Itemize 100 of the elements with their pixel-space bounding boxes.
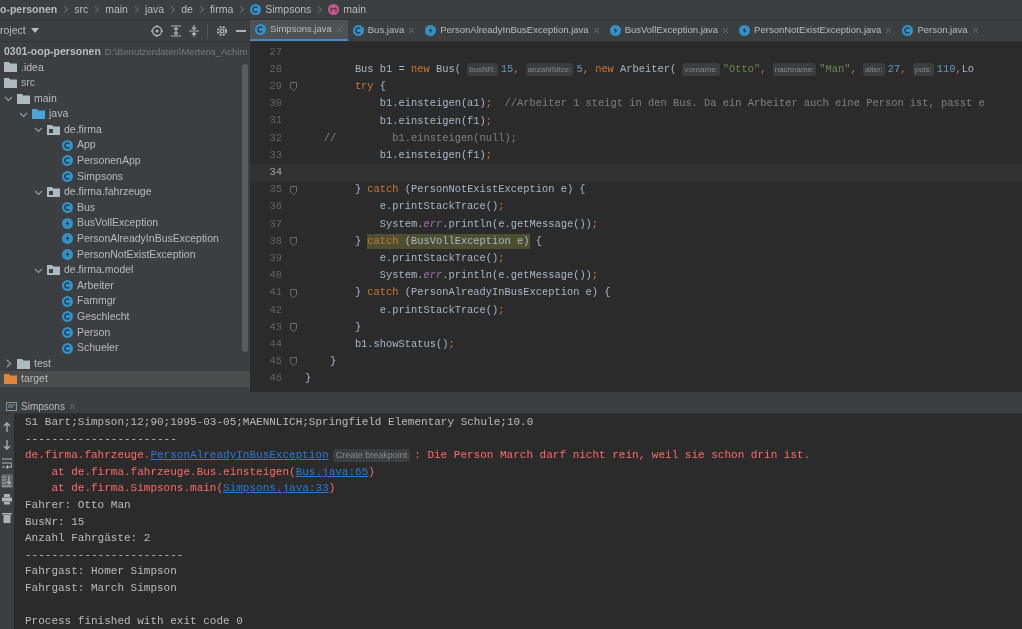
folder-icon <box>32 109 45 120</box>
folder-icon <box>17 93 30 104</box>
minimize-icon[interactable] <box>236 29 246 32</box>
tree-item[interactable]: App <box>77 137 96 154</box>
breadcrumb-item[interactable]: src <box>74 1 89 18</box>
code-line: try { <box>353 79 387 95</box>
tree-item[interactable]: Geschlecht <box>77 309 130 325</box>
code-line: } <box>305 371 312 387</box>
code-line: System.err.println(e.getMessage()); <box>378 216 599 232</box>
editor-tab[interactable]: Simpsons.java <box>250 20 348 41</box>
code-text: , <box>900 61 908 77</box>
scrollbar[interactable] <box>242 64 248 352</box>
console-text: de.firma.fahrzeuge. <box>25 448 151 464</box>
parameter-hint: alter: <box>863 63 885 77</box>
exception-class-icon <box>62 249 73 260</box>
close-icon[interactable] <box>722 27 730 34</box>
exception-class-icon <box>739 25 751 36</box>
close-icon[interactable] <box>971 27 979 34</box>
close-icon[interactable] <box>592 27 600 34</box>
line-number: 37 <box>268 216 282 232</box>
tree-item[interactable]: de.firma.model <box>64 262 134 278</box>
link[interactable]: PersonAlreadyInBusException <box>150 447 329 464</box>
tree-item[interactable]: Arbeiter <box>77 277 114 294</box>
tree-item[interactable]: de.firma <box>64 121 102 138</box>
line-number: 30 <box>268 96 282 112</box>
breakpoint-hint[interactable]: Create breakpoint <box>332 449 411 462</box>
close-icon[interactable] <box>408 27 416 34</box>
code-line: } <box>328 354 337 370</box>
tree-item[interactable]: test <box>34 355 51 372</box>
class-icon <box>902 25 914 36</box>
code-text: 27 <box>887 61 901 77</box>
locate-icon[interactable] <box>151 24 163 37</box>
tree-item[interactable]: java <box>49 106 69 123</box>
editor-tab[interactable]: PersonAlreadyInBusException.java <box>420 20 605 41</box>
line-number: 31 <box>268 113 282 129</box>
editor-tab[interactable]: Person.java <box>897 20 984 41</box>
folder-icon <box>4 374 17 385</box>
breadcrumb-item[interactable]: firma <box>209 1 234 18</box>
tree-item-highlight[interactable]: target <box>0 371 250 388</box>
line-number: 27 <box>268 44 282 60</box>
tree-item[interactable]: Bus <box>77 199 96 216</box>
tree-item[interactable]: Simpsons <box>77 168 124 185</box>
caret-icon[interactable] <box>30 28 39 33</box>
breadcrumb-item[interactable]: Simpsons <box>265 1 312 18</box>
console-line: Process finished with exit code 0 <box>25 614 244 629</box>
tree-item[interactable]: Schueler <box>77 340 119 356</box>
code-text: , <box>760 61 768 77</box>
breadcrumb-item[interactable]: main <box>105 1 128 18</box>
tree-item[interactable]: PersonAlreadyInBusException <box>77 231 219 247</box>
tree-item[interactable]: Person <box>77 324 111 341</box>
code-line: } catch (PersonAlreadyInBusException e) { <box>353 285 611 301</box>
fold-marker-icon[interactable] <box>290 323 297 333</box>
print-icon[interactable] <box>1 492 13 506</box>
tree-item[interactable]: Fammgr <box>77 293 117 310</box>
fold-marker-icon[interactable] <box>290 288 297 298</box>
code-line: e.printStackTrace(); <box>378 302 505 318</box>
panel-title[interactable]: roject <box>0 22 26 39</box>
scroll-to-end-icon[interactable] <box>1 474 13 488</box>
class-icon <box>62 155 73 167</box>
tree-item[interactable]: target <box>21 371 48 388</box>
tree-item[interactable]: .idea <box>21 59 44 76</box>
settings-icon[interactable] <box>216 24 228 37</box>
fold-marker-icon[interactable] <box>290 237 297 247</box>
code-line: e.printStackTrace(); <box>378 251 505 267</box>
method-icon <box>328 4 340 15</box>
class-icon <box>62 311 73 323</box>
tree-item[interactable]: PersonenApp <box>77 153 141 169</box>
tree-item[interactable]: src <box>21 75 35 91</box>
expand-all-icon[interactable] <box>171 24 181 37</box>
link[interactable]: Simpsons.java:33 <box>223 480 329 497</box>
parameter-hint: vorname: <box>682 63 720 77</box>
breadcrumb-item[interactable]: o-personen <box>0 1 58 18</box>
tree-item[interactable]: 0301-oop-personen <box>4 43 101 60</box>
console-line: Anzahl Fahrgäste: 2 <box>25 531 152 547</box>
fold-marker-icon[interactable] <box>290 82 297 92</box>
collapse-all-icon[interactable] <box>189 24 199 37</box>
fold-marker-icon[interactable] <box>290 357 297 367</box>
tree-item[interactable]: de.firma.fahrzeuge <box>64 184 152 200</box>
tree-item[interactable]: BusVollException <box>77 215 159 232</box>
breadcrumb-item[interactable]: java <box>144 1 165 18</box>
breadcrumb-item[interactable]: main <box>343 1 367 18</box>
arrow-down-icon[interactable] <box>1 438 13 452</box>
close-icon[interactable] <box>68 403 76 410</box>
breadcrumb-item[interactable]: de <box>181 1 193 18</box>
close-icon[interactable] <box>885 27 893 34</box>
fold-marker-icon[interactable] <box>290 185 297 195</box>
line-number: 36 <box>268 199 282 215</box>
run-tab[interactable]: Simpsons <box>21 399 65 414</box>
arrow-up-icon[interactable] <box>1 420 13 434</box>
class-icon <box>62 342 73 354</box>
soft-wrap-icon[interactable] <box>1 456 13 470</box>
editor-tab[interactable]: PersonNotExistException.java <box>734 20 898 41</box>
tree-item[interactable]: main <box>34 90 57 107</box>
code-text: 5 <box>576 61 583 77</box>
trash-icon[interactable] <box>1 510 13 524</box>
link[interactable]: Bus.java:65 <box>295 463 369 481</box>
editor-tab[interactable]: BusVollException.java <box>604 20 735 41</box>
editor-tab[interactable]: Bus.java <box>347 20 421 41</box>
exception-class-icon <box>425 25 437 36</box>
tree-item[interactable]: PersonNotExistException <box>77 246 196 263</box>
